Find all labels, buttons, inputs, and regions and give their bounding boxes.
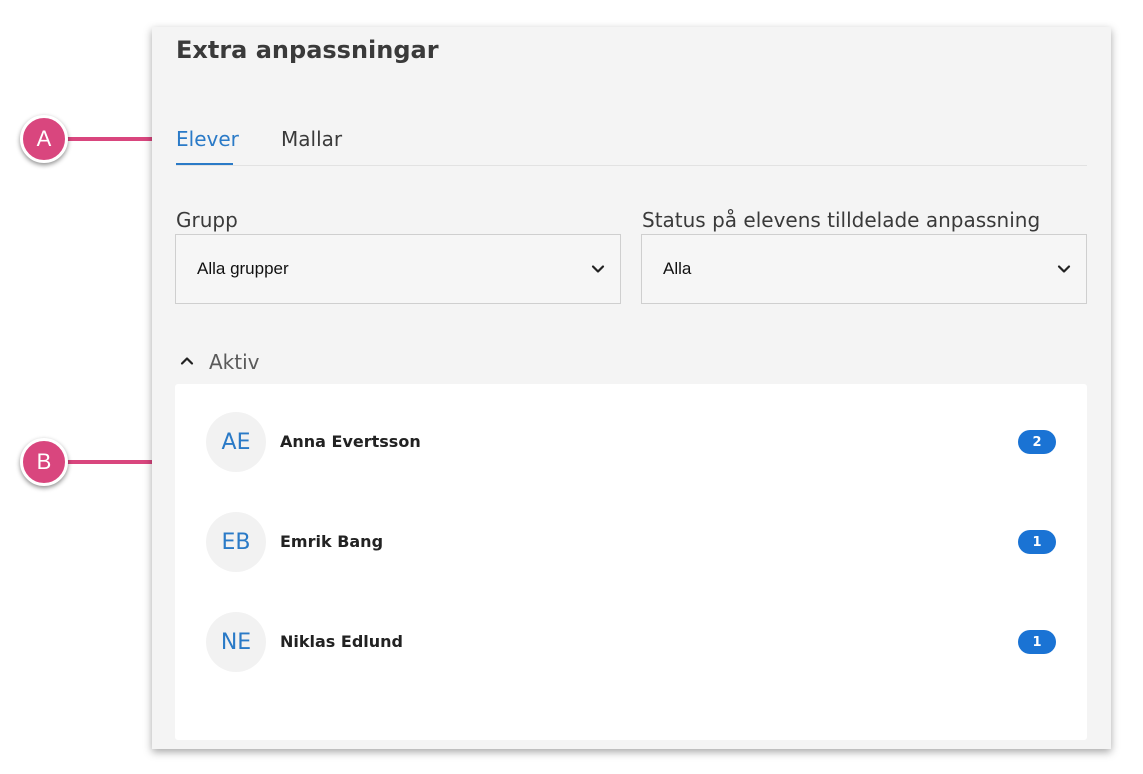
chevron-up-icon [180,357,194,365]
callout-a-marker: A [20,115,68,163]
tab-elever[interactable]: Elever [176,127,239,151]
student-name: Anna Evertsson [280,432,421,451]
status-select-value: Alla [663,259,692,278]
tab-mallar[interactable]: Mallar [281,127,342,151]
avatar: NE [206,612,266,672]
avatar: EB [206,512,266,572]
list-item[interactable]: NE Niklas Edlund 1 [175,594,1087,694]
list-item[interactable]: EB Emrik Bang 1 [175,494,1087,594]
group-filter-label: Grupp [176,208,238,232]
count-badge: 1 [1018,630,1056,654]
avatar: AE [206,412,266,472]
tab-bar: Elever Mallar [176,123,1087,166]
student-name: Niklas Edlund [280,632,403,651]
list-item[interactable]: AE Anna Evertsson 2 [175,394,1087,494]
status-select[interactable]: Alla [641,234,1087,304]
group-select[interactable]: Alla grupper [175,234,621,304]
chevron-down-icon [1057,265,1071,273]
page-title: Extra anpassningar [176,36,439,64]
extra-adjustments-panel: Extra anpassningar Elever Mallar Grupp A… [152,27,1111,749]
callout-a-label: A [36,126,52,151]
callout-b-marker: B [20,438,68,486]
chevron-down-icon [591,265,605,273]
callout-b-label: B [36,449,52,474]
callout-a-line [62,137,164,141]
status-filter-label: Status på elevens tilldelade anpassning [642,208,1041,232]
student-name: Emrik Bang [280,532,384,551]
count-badge: 1 [1018,530,1056,554]
section-label: Aktiv [209,350,260,374]
count-badge: 2 [1018,430,1056,454]
student-list: AE Anna Evertsson 2 EB Emrik Bang 1 NE N… [175,384,1087,740]
group-select-value: Alla grupper [197,259,289,278]
active-tab-indicator [176,163,233,165]
